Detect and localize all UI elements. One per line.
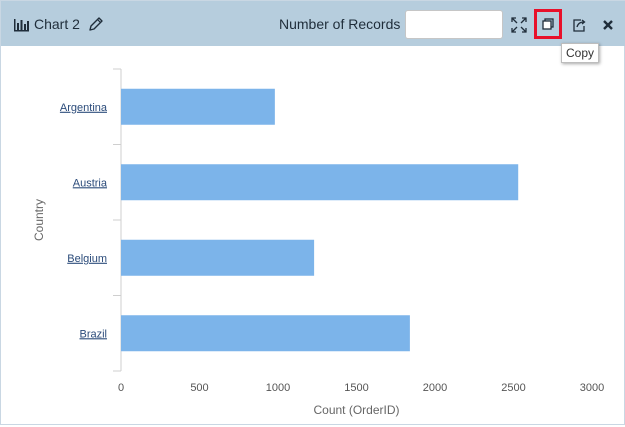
records-label: Number of Records [279, 16, 401, 32]
x-tick-label: 3000 [580, 382, 604, 394]
category-label[interactable]: Argentina [60, 102, 108, 114]
x-tick-label: 0 [118, 382, 124, 394]
bar-austria [121, 164, 519, 201]
export-icon [573, 18, 586, 32]
bar-chart: Argentina Austria Belgium Brazil 0 500 1000 150… [32, 68, 604, 417]
bar-argentina [121, 88, 275, 125]
pencil-icon[interactable] [88, 16, 104, 32]
y-axis-title: Country [32, 199, 46, 241]
x-tick-label: 1000 [266, 382, 290, 394]
bar-belgium [121, 239, 315, 276]
copy-icon [542, 18, 554, 30]
title-group: Chart 2 [13, 14, 104, 34]
bar-brazil [121, 315, 410, 352]
chart-title: Chart 2 [34, 16, 80, 32]
chart-panel: Chart 2 Number of Records Argentina Aust… [0, 0, 625, 425]
category-label[interactable]: Brazil [79, 328, 107, 340]
export-button[interactable] [566, 10, 592, 39]
close-button[interactable] [595, 10, 621, 39]
copy-tooltip: Copy [561, 43, 599, 63]
expand-button[interactable] [506, 10, 532, 39]
close-icon [603, 19, 613, 30]
category-label[interactable]: Belgium [67, 253, 107, 265]
x-axis-title: Count (OrderID) [313, 403, 399, 417]
copy-button[interactable] [534, 9, 562, 39]
category-label[interactable]: Austria [73, 177, 108, 189]
x-tick-label: 2500 [501, 382, 525, 394]
bar-chart-icon [14, 19, 29, 32]
x-tick-label: 500 [190, 382, 208, 394]
x-tick-label: 2000 [423, 382, 447, 394]
panel-header: Chart 2 Number of Records [1, 1, 625, 46]
expand-icon [511, 16, 527, 33]
records-input[interactable] [405, 10, 503, 39]
x-tick-label: 1500 [344, 382, 368, 394]
